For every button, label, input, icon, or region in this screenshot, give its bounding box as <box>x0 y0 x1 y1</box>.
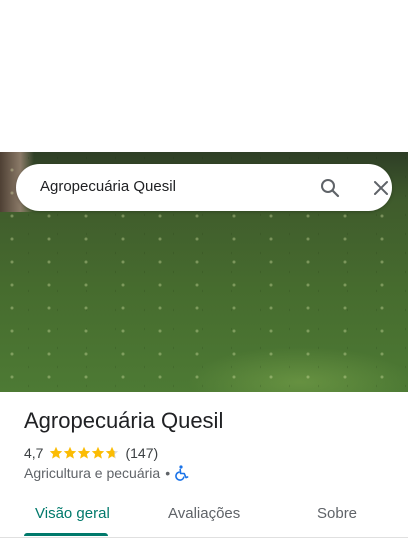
reviews-count[interactable]: (147) <box>125 445 158 461</box>
tab-overview[interactable]: Visão geral <box>35 505 110 522</box>
tab-about[interactable]: Sobre <box>317 505 357 522</box>
search-icon[interactable] <box>318 176 342 200</box>
star-icon <box>106 446 119 459</box>
star-icon <box>50 446 63 459</box>
separator-dot: • <box>165 465 171 481</box>
tabs-divider <box>0 537 408 538</box>
rating-value: 4,7 <box>24 445 44 461</box>
category-row: Agricultura e pecuária • <box>24 465 189 481</box>
star-icon <box>64 446 77 459</box>
rating-row[interactable]: 4,7 (147) <box>24 444 158 462</box>
star-icon <box>92 446 105 459</box>
star-icon <box>78 446 91 459</box>
place-tabs: Visão geral Avaliações Sobre <box>0 495 408 537</box>
tab-reviews[interactable]: Avaliações <box>168 505 240 522</box>
blank-area <box>0 0 408 152</box>
search-input[interactable]: Agropecuária Quesil <box>40 178 176 195</box>
star-rating <box>49 446 119 460</box>
wheelchair-icon <box>175 465 189 481</box>
place-category[interactable]: Agricultura e pecuária <box>24 465 160 481</box>
place-title: Agropecuária Quesil <box>24 408 224 433</box>
active-tab-indicator <box>24 533 108 536</box>
close-icon[interactable] <box>369 176 393 200</box>
search-bar[interactable]: Agropecuária Quesil <box>16 164 392 211</box>
